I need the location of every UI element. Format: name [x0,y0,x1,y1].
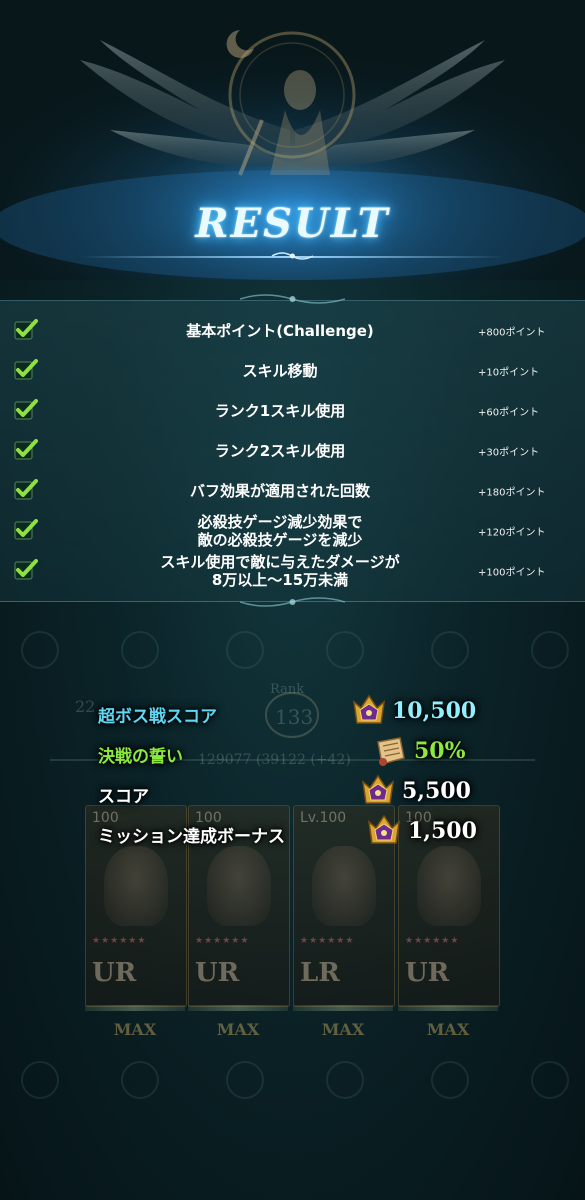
character-portrait [104,846,168,926]
mission-points: +800ポイント [478,327,546,339]
card-max-label: MAX [113,1020,157,1039]
character-portrait [312,846,376,926]
mission-label: 基本ポイント(Challenge) [186,322,374,340]
mission-points: +30ポイント [478,447,540,459]
mission-panel: 基本ポイント(Challenge) +800ポイント スキル移動 +10ポイント… [0,300,585,602]
card-rarity: UR [405,958,450,988]
oath-label: 決戦の誓い [98,747,183,767]
card-max-label: MAX [426,1020,470,1039]
check-icon [14,519,38,540]
bg-rank-label: Rank [270,682,305,697]
card-stars: ★★★★★★ [195,936,250,946]
mission-row: スキル移動 +10ポイント [0,351,585,391]
mission-bonus-value: 1,500 [408,818,477,844]
mission-points: +120ポイント [478,527,546,539]
mission-points: +10ポイント [478,367,540,379]
card-stars: ★★★★★★ [405,936,460,946]
bg-stat-left: 22 [75,697,96,716]
boss-score-label: 超ボス戦スコア [98,707,217,727]
mission-label: ランク2スキル使用 [214,442,346,460]
score-label: スコア [98,787,149,807]
mission-points: +100ポイント [478,567,546,579]
mission-row: ランク1スキル使用 +60ポイント [0,391,585,431]
card-rarity: UR [92,958,137,988]
mission-label: バフ効果が適用された回数 [189,482,370,500]
crown-badge-icon [361,774,395,804]
bg-rank-value: 133 [275,705,314,729]
mission-row: スキル使用で敵に与えたダメージが 8万以上〜15万未満 +100ポイント [0,551,585,591]
panel-ornament-icon [240,294,345,304]
mission-label-line1: 必殺技ゲージ減少効果で [197,513,363,531]
mission-points: +180ポイント [478,487,546,499]
mission-row: 必殺技ゲージ減少効果で 敵の必殺技ゲージを減少 +120ポイント [0,511,585,551]
card-stars: ★★★★★★ [92,936,147,946]
mission-label-line2: 敵の必殺技ゲージを減少 [197,531,363,549]
crown-badge-icon [352,694,386,724]
mission-label: スキル使用で敵に与えたダメージが 8万以上〜15万未満 [100,553,460,589]
mission-row: ランク2スキル使用 +30ポイント [0,431,585,471]
card-max-label: MAX [216,1020,260,1039]
card-rarity: LR [300,958,340,988]
card-stars: ★★★★★★ [300,936,355,946]
check-icon [14,399,38,420]
mission-label-line2: 8万以上〜15万未満 [211,571,349,589]
check-icon [14,439,38,460]
level-bar [398,1005,498,1011]
result-title: RESULT [195,200,390,247]
oath-value: 50% [414,738,466,764]
bg-stat-line: 129077 (39122 (+42) [198,752,351,768]
level-bar [85,1005,185,1011]
panel-ornament-icon [240,597,345,607]
boss-score-value: 10,500 [392,698,477,724]
scroll-icon [377,737,405,766]
mission-row: 基本ポイント(Challenge) +800ポイント [0,311,585,351]
card-max-label: MAX [321,1020,365,1039]
mission-points: +60ポイント [478,407,540,419]
character-portrait [417,846,481,926]
title-ornament-icon [271,252,314,260]
check-icon [14,319,38,340]
mission-label: ランク1スキル使用 [214,402,346,420]
check-icon [14,359,38,380]
mission-label: 必殺技ゲージ減少効果で 敵の必殺技ゲージを減少 [100,513,460,549]
mission-bonus-label: ミッション達成ボーナス [98,827,285,847]
score-value: 5,500 [402,778,471,804]
level-bar [293,1005,393,1011]
card-rarity: UR [195,958,240,988]
check-icon [14,559,38,580]
character-portrait [207,846,271,926]
level-bar [188,1005,288,1011]
card-level: Lv.100 [300,810,347,826]
mission-label-line1: スキル使用で敵に与えたダメージが [160,553,400,571]
mission-row: バフ効果が適用された回数 +180ポイント [0,471,585,511]
crown-badge-icon [367,814,401,844]
mission-label: スキル移動 [242,362,318,380]
check-icon [14,479,38,500]
